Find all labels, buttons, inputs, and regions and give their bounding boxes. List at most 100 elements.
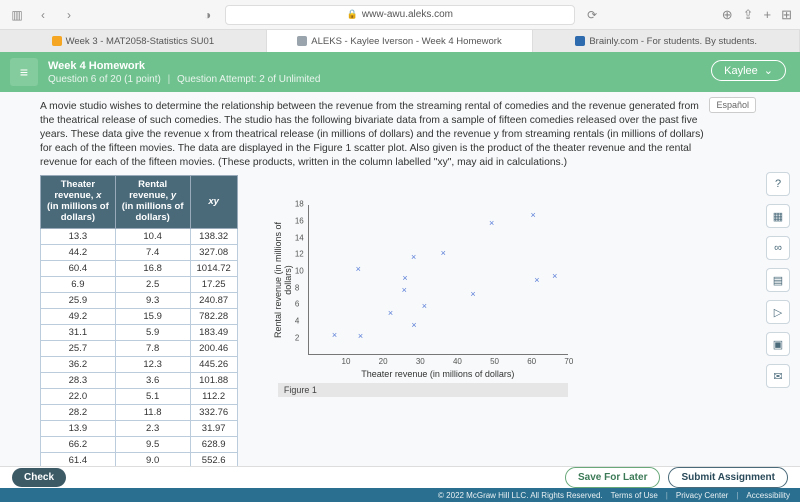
y-tick: 2 <box>295 333 299 342</box>
data-point: × <box>534 275 539 285</box>
infinity-icon[interactable]: ∞ <box>766 236 790 260</box>
table-cell: 9.5 <box>115 437 190 453</box>
table-cell: 31.97 <box>190 421 237 437</box>
y-tick: 4 <box>295 317 299 326</box>
table-row: 28.33.6101.88 <box>41 373 238 389</box>
table-cell: 66.2 <box>41 437 116 453</box>
tab-2[interactable]: Brainly.com - For students. By students. <box>533 30 800 52</box>
table-cell: 61.4 <box>41 453 116 466</box>
refresh-icon[interactable]: ⟳ <box>583 8 601 22</box>
download-icon[interactable]: ⊕ <box>722 7 733 23</box>
share-icon[interactable]: ⇪ <box>743 7 754 23</box>
question-progress: Question 6 of 20 (1 point) | Question At… <box>48 74 320 85</box>
x-tick: 70 <box>564 357 573 366</box>
calculator-icon[interactable]: ▦ <box>766 204 790 228</box>
table-row: 31.15.9183.49 <box>41 325 238 341</box>
y-axis-label: Rental revenue (in millions of dollars) <box>273 210 293 350</box>
table-row: 6.92.517.25 <box>41 277 238 293</box>
table-row: 25.99.3240.87 <box>41 293 238 309</box>
table-row: 66.29.5628.9 <box>41 437 238 453</box>
user-menu[interactable]: Kaylee ⌄ <box>711 60 786 81</box>
url-bar[interactable]: 🔒 www-awu.aleks.com <box>225 5 576 25</box>
table-row: 13.310.4138.32 <box>41 229 238 245</box>
content-area: Español A movie studio wishes to determi… <box>0 92 800 466</box>
table-cell: 552.6 <box>190 453 237 466</box>
table-cell: 44.2 <box>41 245 116 261</box>
tab-0[interactable]: Week 3 - MAT2058-Statistics SU01 <box>0 30 267 52</box>
col-header-xy: xy <box>190 176 237 229</box>
table-cell: 9.0 <box>115 453 190 466</box>
table-cell: 2.5 <box>115 277 190 293</box>
submit-button[interactable]: Submit Assignment <box>668 467 788 488</box>
lock-icon: 🔒 <box>347 9 358 20</box>
x-tick: 40 <box>453 357 462 366</box>
favicon-icon <box>52 36 62 46</box>
data-point: × <box>358 331 363 341</box>
col-header-y: Rentalrevenue, y(in millions ofdollars) <box>115 176 190 229</box>
tab-label: ALEKS - Kaylee Iverson - Week 4 Homework <box>311 36 501 47</box>
tab-1[interactable]: ALEKS - Kaylee Iverson - Week 4 Homework <box>267 30 534 52</box>
data-point: × <box>411 320 416 330</box>
menu-icon[interactable]: ≡ <box>10 58 38 86</box>
chevron-down-icon: ⌄ <box>764 64 773 77</box>
user-name: Kaylee <box>724 65 758 77</box>
tabs-icon[interactable]: ⊞ <box>781 7 792 23</box>
help-icon[interactable]: ? <box>766 172 790 196</box>
save-later-button[interactable]: Save For Later <box>565 467 660 488</box>
tab-strip: Week 3 - MAT2058-Statistics SU01 ALEKS -… <box>0 30 800 52</box>
table-row: 25.77.8200.46 <box>41 341 238 357</box>
clipboard-icon[interactable]: ▤ <box>766 268 790 292</box>
table-cell: 2.3 <box>115 421 190 437</box>
col-header-x: Theaterrevenue, x(in millions ofdollars) <box>41 176 116 229</box>
action-bar: Check Save For Later Submit Assignment <box>0 466 800 488</box>
table-row: 13.92.331.97 <box>41 421 238 437</box>
play-icon[interactable]: ▷ <box>766 300 790 324</box>
footer-link[interactable]: Privacy Center <box>676 491 728 500</box>
y-tick: 12 <box>295 250 304 259</box>
copyright: © 2022 McGraw Hill LLC. All Rights Reser… <box>438 491 603 500</box>
homework-title: Week 4 Homework <box>48 60 320 72</box>
favicon-icon <box>575 36 585 46</box>
shield-icon[interactable]: ◑ <box>199 8 217 22</box>
table-cell: 1014.72 <box>190 261 237 277</box>
mail-icon[interactable]: ✉ <box>766 364 790 388</box>
table-cell: 13.9 <box>41 421 116 437</box>
table-cell: 9.3 <box>115 293 190 309</box>
check-button[interactable]: Check <box>12 468 66 487</box>
data-point: × <box>531 210 536 220</box>
table-cell: 10.4 <box>115 229 190 245</box>
language-toggle[interactable]: Español <box>709 97 756 113</box>
table-cell: 332.76 <box>190 405 237 421</box>
forward-icon[interactable]: › <box>60 8 78 22</box>
x-tick: 50 <box>490 357 499 366</box>
data-point: × <box>422 301 427 311</box>
sidebar-toggle-icon[interactable]: ▥ <box>8 8 26 22</box>
x-tick: 20 <box>379 357 388 366</box>
table-row: 44.27.4327.08 <box>41 245 238 261</box>
y-tick: 6 <box>295 300 299 309</box>
new-tab-icon[interactable]: + <box>764 7 772 23</box>
table-cell: 31.1 <box>41 325 116 341</box>
table-cell: 3.6 <box>115 373 190 389</box>
y-tick: 8 <box>295 283 299 292</box>
table-cell: 17.25 <box>190 277 237 293</box>
data-point: × <box>388 308 393 318</box>
x-axis-label: Theater revenue (in millions of dollars) <box>308 369 568 379</box>
data-point: × <box>411 252 416 262</box>
scatter-plot: Rental revenue (in millions of dollars) … <box>278 205 578 466</box>
data-table: Theaterrevenue, x(in millions ofdollars)… <box>40 175 238 466</box>
footer-link[interactable]: Terms of Use <box>611 491 658 500</box>
data-point: × <box>402 273 407 283</box>
grid-icon[interactable]: ▣ <box>766 332 790 356</box>
back-icon[interactable]: ‹ <box>34 8 52 22</box>
table-cell: 28.3 <box>41 373 116 389</box>
table-cell: 49.2 <box>41 309 116 325</box>
assignment-header: ≡ Week 4 Homework Question 6 of 20 (1 po… <box>0 52 800 92</box>
x-tick: 30 <box>416 357 425 366</box>
footer-link[interactable]: Accessibility <box>746 491 790 500</box>
data-point: × <box>489 218 494 228</box>
table-row: 49.215.9782.28 <box>41 309 238 325</box>
table-cell: 16.8 <box>115 261 190 277</box>
figure-caption: Figure 1 <box>278 383 568 397</box>
table-cell: 782.28 <box>190 309 237 325</box>
